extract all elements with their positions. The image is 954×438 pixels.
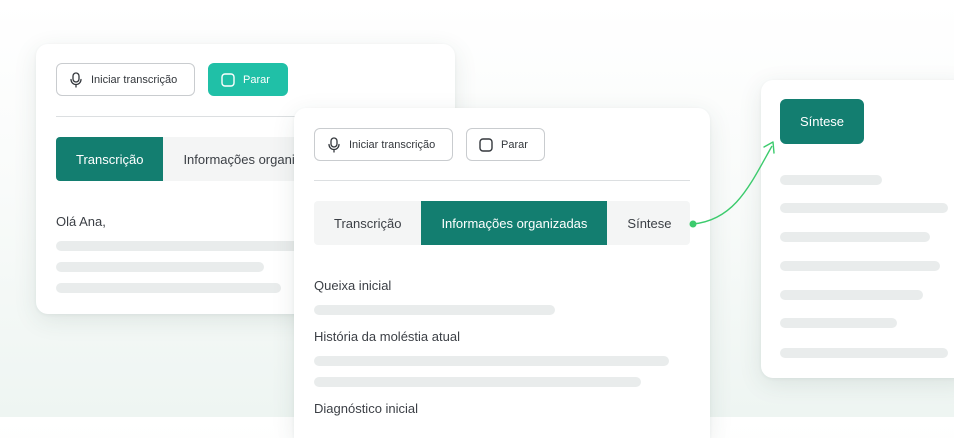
stop-button[interactable]: Parar: [466, 128, 545, 161]
stop-button[interactable]: Parar: [208, 63, 288, 96]
tab-bar: Transcrição Informações organizadas Sínt…: [314, 201, 690, 245]
section-title-chief-complaint: Queixa inicial: [314, 278, 392, 293]
placeholder-line: [780, 232, 930, 242]
tab-transcription[interactable]: Transcrição: [314, 201, 421, 245]
placeholder-line: [314, 305, 555, 315]
front-card: Iniciar transcrição Parar Transcrição In…: [294, 108, 710, 438]
tab-organized-info[interactable]: Informações organi: [163, 137, 314, 181]
divider: [314, 180, 690, 181]
microphone-icon: [70, 71, 82, 88]
synthesis-button[interactable]: Síntese: [780, 99, 864, 144]
placeholder-line: [780, 203, 948, 213]
placeholder-line: [780, 261, 940, 271]
placeholder-line: [314, 377, 641, 387]
stop-label: Parar: [243, 73, 270, 86]
synthesis-label: Síntese: [799, 114, 845, 129]
tab-organized-info[interactable]: Informações organizadas: [421, 201, 608, 245]
stop-icon: [221, 72, 235, 87]
section-title-illness-history: História da moléstia atual: [314, 329, 460, 344]
placeholder-line: [780, 318, 897, 328]
placeholder-line: [780, 348, 948, 358]
placeholder-line: [56, 283, 281, 293]
placeholder-line: [780, 175, 882, 185]
placeholder-line: [314, 356, 669, 366]
microphone-icon: [328, 136, 340, 153]
synthesis-card: Síntese: [761, 80, 954, 378]
start-transcription-label: Iniciar transcrição: [91, 73, 178, 86]
tab-transcription[interactable]: Transcrição: [56, 137, 164, 181]
section-title-initial-diagnosis: Diagnóstico inicial: [314, 401, 419, 416]
start-transcription-button[interactable]: Iniciar transcrição: [314, 128, 453, 161]
start-transcription-button[interactable]: Iniciar transcrição: [56, 63, 195, 96]
stop-icon: [479, 137, 493, 152]
start-transcription-label: Iniciar transcrição: [349, 138, 436, 151]
tab-synthesis[interactable]: Síntese: [607, 201, 690, 245]
stop-label: Parar: [501, 138, 528, 151]
greeting-text: Olá Ana,: [56, 214, 106, 229]
placeholder-line: [780, 290, 923, 300]
placeholder-line: [56, 262, 264, 272]
placeholder-line: [56, 241, 316, 251]
